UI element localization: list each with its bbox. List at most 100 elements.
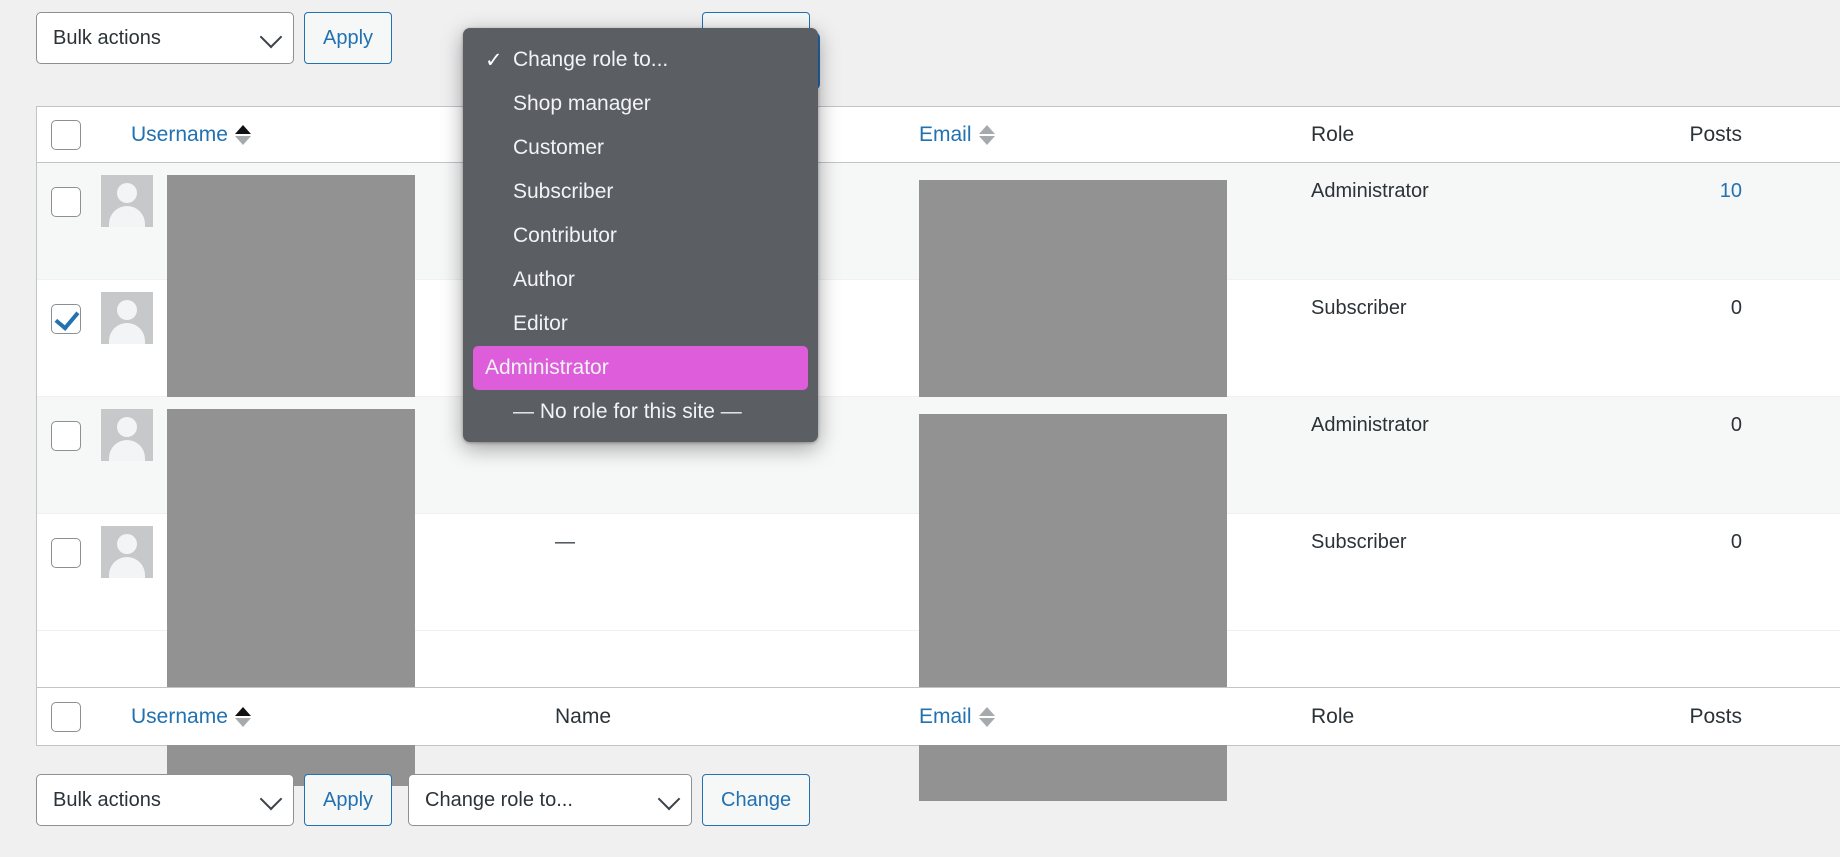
apply-button-bottom[interactable]: Apply — [304, 774, 393, 826]
bulk-actions-value-bottom: Bulk actions — [53, 788, 161, 811]
column-email-header[interactable]: Email — [919, 123, 1299, 147]
role-menu-item-label: Change role to... — [513, 48, 669, 71]
row-posts-cell: 0 — [1730, 414, 1742, 436]
column-role-label: Role — [1311, 122, 1355, 146]
role-menu-item-label: Author — [513, 268, 575, 291]
select-all-cell-bottom — [37, 701, 95, 732]
tablenav-bottom: Bulk actions Apply Change role to... Cha… — [0, 762, 1840, 838]
role-menu-item-5[interactable]: Author — [463, 258, 818, 302]
users-table: Username Name Email — [36, 106, 1840, 801]
users-list-page: Bulk actions Apply Change role to... Cha… — [0, 0, 1840, 857]
change-role-value-bottom: Change role to... — [425, 788, 573, 811]
sort-arrows-icon[interactable] — [234, 706, 251, 727]
select-all-checkbox-top[interactable] — [51, 119, 81, 150]
role-menu-item-label: Administrator — [485, 356, 609, 379]
column-posts-footer: Posts — [1599, 705, 1840, 729]
bulk-actions-value-top: Bulk actions — [53, 26, 161, 49]
change-button-bottom[interactable]: Change — [702, 774, 811, 826]
column-posts-label: Posts — [1689, 122, 1742, 146]
avatar — [101, 409, 153, 461]
column-name-footer: Name — [555, 705, 919, 729]
column-posts-label: Posts — [1689, 704, 1742, 728]
column-role-header: Role — [1299, 123, 1599, 147]
change-role-dropdown-menu[interactable]: ✓ Change role to... Shop manager Customer Su… — [463, 28, 818, 442]
avatar — [101, 526, 153, 578]
column-posts-header: Posts — [1599, 123, 1840, 147]
row-posts-cell: 10 — [1599, 163, 1840, 203]
row-username-cell — [95, 514, 555, 786]
sort-descending-icon — [978, 717, 995, 727]
tablenav-top: Bulk actions Apply Change role to... Cha… — [0, 0, 1840, 76]
row-select-cell — [37, 163, 95, 217]
select-all-cell-top — [37, 119, 95, 150]
row-posts-cell: 0 — [1730, 297, 1742, 319]
row-checkbox[interactable] — [51, 304, 81, 334]
role-menu-item-label: Shop manager — [513, 92, 651, 115]
table-row[interactable]: Administrator 10 — [37, 163, 1840, 450]
role-menu-item-7[interactable]: Administrator — [473, 346, 808, 390]
role-menu-item-0[interactable]: ✓ Change role to... — [463, 38, 818, 82]
sort-ascending-icon — [978, 706, 995, 716]
role-menu-item-8[interactable]: — No role for this site — — [463, 390, 818, 434]
row-role-cell: Administrator — [1311, 180, 1429, 202]
avatar — [101, 175, 153, 227]
column-email-label: Email — [919, 122, 972, 146]
row-name-cell: — — [555, 514, 919, 554]
table-row[interactable]: Subscriber 0 — [37, 280, 1840, 567]
column-email-footer[interactable]: Email — [919, 705, 1299, 729]
row-role-cell: Administrator — [1311, 414, 1429, 436]
sort-arrows-icon[interactable] — [234, 124, 251, 145]
column-role-label: Role — [1311, 704, 1355, 728]
sort-descending-icon — [978, 135, 995, 145]
sort-arrows-icon[interactable] — [978, 706, 995, 727]
change-role-select-bottom[interactable]: Change role to... — [408, 774, 693, 826]
row-checkbox[interactable] — [51, 421, 81, 451]
sort-ascending-icon — [234, 124, 251, 134]
redacted-username — [167, 526, 415, 786]
role-menu-item-label: Subscriber — [513, 180, 614, 203]
row-role-cell: Subscriber — [1311, 531, 1407, 553]
column-username-label: Username — [131, 122, 228, 146]
bulk-actions-select-top[interactable]: Bulk actions — [36, 12, 294, 64]
column-username-footer[interactable]: Username — [95, 705, 555, 729]
row-checkbox[interactable] — [51, 187, 81, 217]
select-all-checkbox-bottom[interactable] — [51, 701, 81, 732]
column-role-footer: Role — [1299, 705, 1599, 729]
role-menu-item-2[interactable]: Customer — [463, 126, 818, 170]
table-row[interactable]: — Subscriber 0 — [37, 514, 1840, 801]
column-name-label: Name — [555, 704, 612, 728]
row-checkbox[interactable] — [51, 538, 81, 568]
table-footer-row: Username Name Email Role Posts — [37, 687, 1840, 745]
apply-button-top[interactable]: Apply — [304, 12, 393, 64]
chevron-down-icon — [259, 787, 283, 811]
role-menu-item-label: Editor — [513, 312, 568, 335]
column-email-label: Email — [919, 704, 972, 728]
row-email-cell — [919, 514, 1299, 801]
chevron-down-icon — [259, 25, 283, 49]
role-menu-item-6[interactable]: Editor — [463, 302, 818, 346]
sort-arrows-icon[interactable] — [978, 124, 995, 145]
row-posts-value[interactable]: 10 — [1720, 180, 1742, 202]
avatar — [101, 292, 153, 344]
role-menu-item-4[interactable]: Contributor — [463, 214, 818, 258]
sort-ascending-icon — [234, 706, 251, 716]
row-select-cell — [37, 514, 95, 568]
sort-descending-icon — [234, 717, 251, 727]
row-posts-cell: 0 — [1730, 531, 1742, 553]
role-menu-item-label: Customer — [513, 136, 605, 159]
role-menu-item-3[interactable]: Subscriber — [463, 170, 818, 214]
sort-ascending-icon — [978, 124, 995, 134]
role-menu-item-label: Contributor — [513, 224, 617, 247]
chevron-down-icon — [657, 787, 681, 811]
sort-descending-icon — [234, 135, 251, 145]
role-menu-item-label: — No role for this site — — [513, 400, 742, 423]
row-name-value: — — [555, 531, 575, 553]
table-row[interactable]: m Administrator 0 — [37, 397, 1840, 706]
row-select-cell — [37, 397, 95, 451]
redacted-email — [919, 531, 1227, 801]
table-header-row: Username Name Email — [37, 107, 1840, 163]
role-menu-item-1[interactable]: Shop manager — [463, 82, 818, 126]
row-select-cell — [37, 280, 95, 334]
column-username-label: Username — [131, 704, 228, 728]
bulk-actions-select-bottom[interactable]: Bulk actions — [36, 774, 294, 826]
